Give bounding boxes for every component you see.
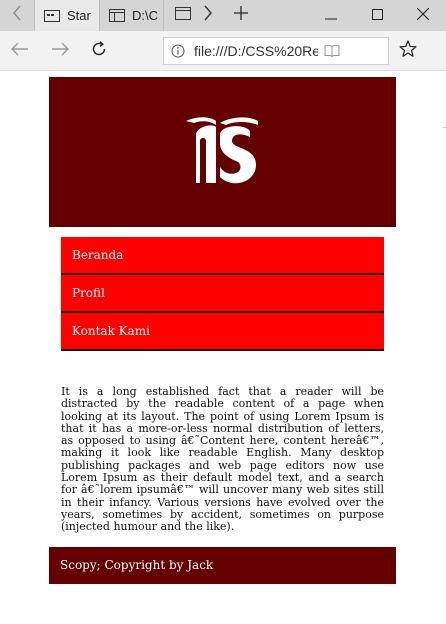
page-icon xyxy=(109,9,125,22)
arrow-left-icon xyxy=(11,42,29,61)
info-icon[interactable] xyxy=(171,44,185,58)
tab-title: Star xyxy=(67,8,91,23)
footer: Scopy; Copyright by Jack xyxy=(49,547,396,584)
tab-bar: Star D:\C xyxy=(0,0,446,31)
tab-inactive[interactable]: D:\C xyxy=(100,0,164,31)
refresh-button[interactable] xyxy=(81,31,117,71)
chevron-left-icon xyxy=(12,5,22,26)
page-icon xyxy=(44,9,60,22)
nav-item-beranda[interactable]: Beranda xyxy=(61,237,384,275)
new-tab-button[interactable] xyxy=(226,0,256,31)
browser-toolbar: file:///D:/CSS%20Res xyxy=(0,31,446,71)
back-button[interactable] xyxy=(2,31,38,71)
nav-item-kontak-kami[interactable]: Kontak Kami xyxy=(61,313,384,351)
maximize-button[interactable] xyxy=(354,0,400,31)
tab-preview-icon xyxy=(175,6,191,25)
arrow-right-icon xyxy=(51,42,69,61)
maximize-icon xyxy=(371,7,383,25)
body-paragraph: It is a long established fact that a rea… xyxy=(61,385,384,534)
star-icon xyxy=(399,39,417,63)
header-banner xyxy=(49,77,396,227)
forward-button[interactable] xyxy=(42,31,78,71)
close-icon xyxy=(416,7,430,25)
url-text[interactable]: file:///D:/CSS%20Res xyxy=(194,43,318,59)
minimize-icon xyxy=(325,7,337,25)
tabs-forward-button[interactable] xyxy=(193,0,223,31)
favorite-button[interactable] xyxy=(389,31,427,71)
site-logo xyxy=(185,115,260,189)
tab-active[interactable]: Star xyxy=(34,0,100,31)
minimize-button[interactable] xyxy=(308,0,354,31)
chevron-right-icon xyxy=(203,5,213,26)
reading-view-icon[interactable] xyxy=(324,44,340,58)
page-viewport: Beranda Profil Kontak Kami It is a long … xyxy=(0,71,446,624)
nav-item-profil[interactable]: Profil xyxy=(61,275,384,313)
main-nav: Beranda Profil Kontak Kami xyxy=(61,237,384,351)
plus-icon xyxy=(234,6,248,25)
tabs-back-button[interactable] xyxy=(0,0,34,31)
tab-title: D:\C xyxy=(132,8,158,23)
refresh-icon xyxy=(91,40,107,62)
close-button[interactable] xyxy=(400,0,446,31)
address-bar[interactable]: file:///D:/CSS%20Res xyxy=(163,37,389,65)
footer-text: Scopy; Copyright by Jack xyxy=(60,558,214,572)
